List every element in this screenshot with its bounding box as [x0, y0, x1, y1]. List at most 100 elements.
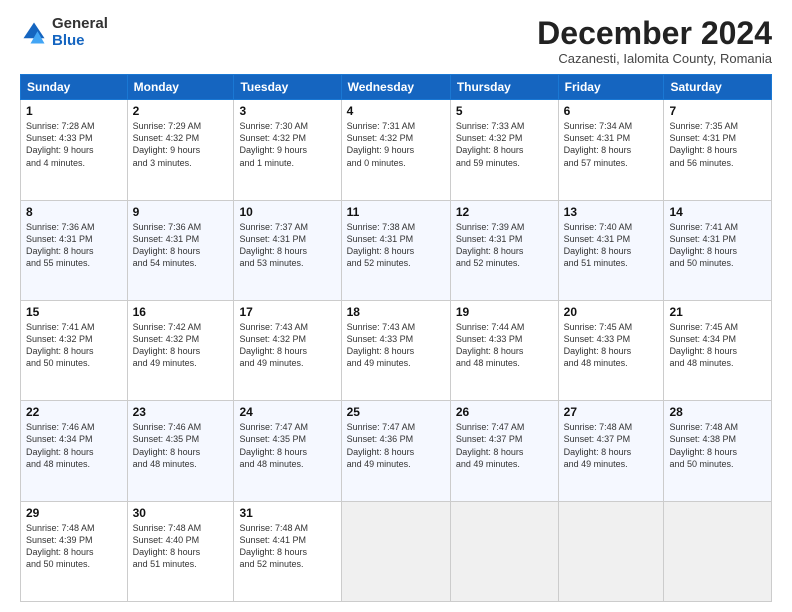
day-cell	[341, 501, 450, 601]
day-cell: 24 Sunrise: 7:47 AM Sunset: 4:35 PM Dayli…	[234, 401, 341, 501]
day-number: 23	[133, 405, 229, 419]
day-number: 25	[347, 405, 445, 419]
day-info: Sunrise: 7:46 AM Sunset: 4:35 PM Dayligh…	[133, 421, 229, 470]
header-friday: Friday	[558, 75, 664, 100]
day-number: 22	[26, 405, 122, 419]
day-info: Sunrise: 7:41 AM Sunset: 4:31 PM Dayligh…	[669, 221, 766, 270]
day-number: 27	[564, 405, 659, 419]
header-thursday: Thursday	[450, 75, 558, 100]
day-info: Sunrise: 7:37 AM Sunset: 4:31 PM Dayligh…	[239, 221, 335, 270]
day-cell: 12 Sunrise: 7:39 AM Sunset: 4:31 PM Dayli…	[450, 200, 558, 300]
day-cell: 28Sunrise: 7:48 AM Sunset: 4:38 PM Dayli…	[664, 401, 772, 501]
day-number: 11	[347, 205, 445, 219]
day-cell: 9 Sunrise: 7:36 AM Sunset: 4:31 PM Daylig…	[127, 200, 234, 300]
logo-blue: Blue	[52, 33, 108, 50]
day-cell: 11 Sunrise: 7:38 AM Sunset: 4:31 PM Dayli…	[341, 200, 450, 300]
day-info: Sunrise: 7:48 AM Sunset: 4:38 PM Dayligh…	[669, 421, 766, 470]
day-cell: 27 Sunrise: 7:48 AM Sunset: 4:37 PM Dayli…	[558, 401, 664, 501]
day-info: Sunrise: 7:34 AM Sunset: 4:31 PM Dayligh…	[564, 120, 659, 169]
day-cell: 8Sunrise: 7:36 AM Sunset: 4:31 PM Daylig…	[21, 200, 128, 300]
day-info: Sunrise: 7:47 AM Sunset: 4:37 PM Dayligh…	[456, 421, 553, 470]
day-info: Sunrise: 7:45 AM Sunset: 4:34 PM Dayligh…	[669, 321, 766, 370]
day-info: Sunrise: 7:46 AM Sunset: 4:34 PM Dayligh…	[26, 421, 122, 470]
day-cell: 22 Sunrise: 7:46 AM Sunset: 4:34 PM Dayli…	[21, 401, 128, 501]
day-cell: 15Sunrise: 7:41 AM Sunset: 4:32 PM Dayli…	[21, 300, 128, 400]
logo-text: General Blue	[52, 16, 108, 49]
day-number: 1	[26, 104, 122, 118]
day-cell	[558, 501, 664, 601]
day-cell: 3 Sunrise: 7:30 AM Sunset: 4:32 PM Daylig…	[234, 100, 341, 200]
day-info: Sunrise: 7:47 AM Sunset: 4:36 PM Dayligh…	[347, 421, 445, 470]
day-number: 21	[669, 305, 766, 319]
day-cell: 20Sunrise: 7:45 AM Sunset: 4:33 PM Dayli…	[558, 300, 664, 400]
day-number: 18	[347, 305, 445, 319]
day-info: Sunrise: 7:42 AM Sunset: 4:32 PM Dayligh…	[133, 321, 229, 370]
day-info: Sunrise: 7:48 AM Sunset: 4:40 PM Dayligh…	[133, 522, 229, 571]
day-info: Sunrise: 7:44 AM Sunset: 4:33 PM Dayligh…	[456, 321, 553, 370]
day-cell: 7Sunrise: 7:35 AM Sunset: 4:31 PM Daylig…	[664, 100, 772, 200]
header-wednesday: Wednesday	[341, 75, 450, 100]
day-number: 13	[564, 205, 659, 219]
day-cell: 4Sunrise: 7:31 AM Sunset: 4:32 PM Daylig…	[341, 100, 450, 200]
day-cell: 23 Sunrise: 7:46 AM Sunset: 4:35 PM Dayli…	[127, 401, 234, 501]
day-cell: 18 Sunrise: 7:43 AM Sunset: 4:33 PM Dayli…	[341, 300, 450, 400]
day-cell: 25 Sunrise: 7:47 AM Sunset: 4:36 PM Dayli…	[341, 401, 450, 501]
header-monday: Monday	[127, 75, 234, 100]
day-cell: 26Sunrise: 7:47 AM Sunset: 4:37 PM Dayli…	[450, 401, 558, 501]
calendar-table: Sunday Monday Tuesday Wednesday Thursday…	[20, 74, 772, 602]
day-info: Sunrise: 7:30 AM Sunset: 4:32 PM Dayligh…	[239, 120, 335, 169]
day-info: Sunrise: 7:41 AM Sunset: 4:32 PM Dayligh…	[26, 321, 122, 370]
day-cell: 21 Sunrise: 7:45 AM Sunset: 4:34 PM Dayli…	[664, 300, 772, 400]
day-cell	[450, 501, 558, 601]
day-cell: 29Sunrise: 7:48 AM Sunset: 4:39 PM Dayli…	[21, 501, 128, 601]
day-number: 16	[133, 305, 229, 319]
day-info: Sunrise: 7:45 AM Sunset: 4:33 PM Dayligh…	[564, 321, 659, 370]
day-info: Sunrise: 7:33 AM Sunset: 4:32 PM Dayligh…	[456, 120, 553, 169]
day-cell: 14 Sunrise: 7:41 AM Sunset: 4:31 PM Dayli…	[664, 200, 772, 300]
logo-general: General	[52, 16, 108, 33]
day-info: Sunrise: 7:43 AM Sunset: 4:32 PM Dayligh…	[239, 321, 335, 370]
day-cell: 6Sunrise: 7:34 AM Sunset: 4:31 PM Daylig…	[558, 100, 664, 200]
logo-icon	[20, 19, 48, 47]
day-number: 30	[133, 506, 229, 520]
day-number: 8	[26, 205, 122, 219]
subtitle: Cazanesti, Ialomita County, Romania	[537, 51, 772, 66]
day-info: Sunrise: 7:48 AM Sunset: 4:39 PM Dayligh…	[26, 522, 122, 571]
week-row-2: 8 Sunrise: 7:36 AM Sunset: 4:31 PM Daylig…	[21, 200, 772, 300]
header-saturday: Saturday	[664, 75, 772, 100]
day-info: Sunrise: 7:43 AM Sunset: 4:33 PM Dayligh…	[347, 321, 445, 370]
week-row-1: 1Sunrise: 7:28 AM Sunset: 4:33 PM Daylig…	[21, 100, 772, 200]
day-info: Sunrise: 7:36 AM Sunset: 4:31 PM Dayligh…	[133, 221, 229, 270]
week-row-3: 15Sunrise: 7:41 AM Sunset: 4:32 PM Dayli…	[21, 300, 772, 400]
day-number: 19	[456, 305, 553, 319]
day-info: Sunrise: 7:47 AM Sunset: 4:35 PM Dayligh…	[239, 421, 335, 470]
title-area: December 2024 Cazanesti, Ialomita County…	[537, 16, 772, 66]
day-number: 10	[239, 205, 335, 219]
day-number: 5	[456, 104, 553, 118]
day-number: 3	[239, 104, 335, 118]
day-number: 14	[669, 205, 766, 219]
week-row-4: 22 Sunrise: 7:46 AM Sunset: 4:34 PM Dayli…	[21, 401, 772, 501]
day-number: 7	[669, 104, 766, 118]
day-cell	[664, 501, 772, 601]
day-number: 17	[239, 305, 335, 319]
day-info: Sunrise: 7:31 AM Sunset: 4:32 PM Dayligh…	[347, 120, 445, 169]
week-row-5: 29Sunrise: 7:48 AM Sunset: 4:39 PM Dayli…	[21, 501, 772, 601]
day-info: Sunrise: 7:48 AM Sunset: 4:41 PM Dayligh…	[239, 522, 335, 571]
day-cell: 1Sunrise: 7:28 AM Sunset: 4:33 PM Daylig…	[21, 100, 128, 200]
header-sunday: Sunday	[21, 75, 128, 100]
day-info: Sunrise: 7:48 AM Sunset: 4:37 PM Dayligh…	[564, 421, 659, 470]
header-tuesday: Tuesday	[234, 75, 341, 100]
calendar-page: General Blue December 2024 Cazanesti, Ia…	[0, 0, 792, 612]
header-row: Sunday Monday Tuesday Wednesday Thursday…	[21, 75, 772, 100]
day-number: 24	[239, 405, 335, 419]
header: General Blue December 2024 Cazanesti, Ia…	[20, 16, 772, 66]
day-number: 12	[456, 205, 553, 219]
day-cell: 5 Sunrise: 7:33 AM Sunset: 4:32 PM Daylig…	[450, 100, 558, 200]
day-info: Sunrise: 7:39 AM Sunset: 4:31 PM Dayligh…	[456, 221, 553, 270]
day-cell: 13Sunrise: 7:40 AM Sunset: 4:31 PM Dayli…	[558, 200, 664, 300]
day-cell: 16 Sunrise: 7:42 AM Sunset: 4:32 PM Dayli…	[127, 300, 234, 400]
day-cell: 19 Sunrise: 7:44 AM Sunset: 4:33 PM Dayli…	[450, 300, 558, 400]
day-number: 9	[133, 205, 229, 219]
day-info: Sunrise: 7:38 AM Sunset: 4:31 PM Dayligh…	[347, 221, 445, 270]
